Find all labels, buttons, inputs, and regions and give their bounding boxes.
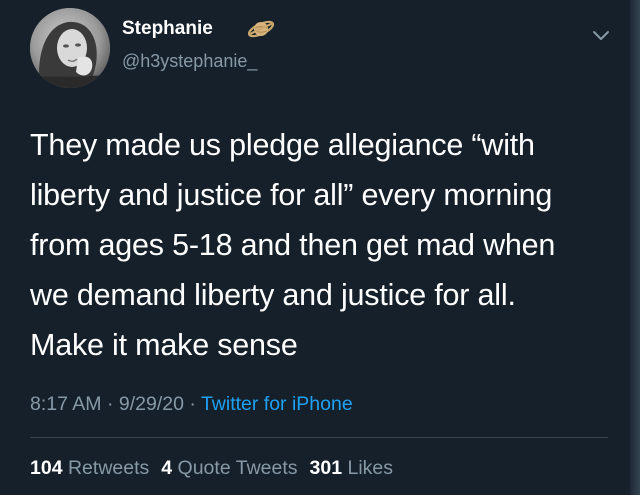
retweets-count: 104: [30, 457, 63, 479]
retweets-stat[interactable]: 104 Retweets: [30, 457, 149, 479]
tweet-text: They made us pledge allegiance “with lib…: [30, 120, 610, 370]
avatar[interactable]: [30, 8, 110, 88]
ringed-planet-icon: [247, 20, 275, 38]
avatar-photo: [30, 8, 110, 88]
tweet-text-line: liberty and justice for all” every morni…: [30, 178, 553, 212]
tweet-text-line: we demand liberty and justice for all.: [30, 278, 516, 312]
tweet-meta: 8:17 AM · 9/29/20 · Twitter for iPhone: [30, 393, 353, 416]
tweet-text-line: Make it make sense: [30, 328, 298, 362]
tweet-source-link[interactable]: Twitter for iPhone: [201, 393, 353, 415]
likes-stat[interactable]: 301 Likes: [310, 457, 394, 479]
meta-separator: ·: [183, 393, 201, 415]
retweets-label: Retweets: [67, 457, 150, 479]
chevron-down-icon[interactable]: [590, 24, 612, 46]
right-edge-strip: [630, 0, 640, 495]
likes-count: 301: [309, 457, 343, 479]
user-handle[interactable]: @h3ystephanie_: [122, 51, 257, 72]
tweet-date[interactable]: 9/29/20: [119, 393, 184, 415]
display-name[interactable]: Stephanie: [122, 18, 213, 40]
quote-tweets-stat[interactable]: 4 Quote Tweets: [161, 457, 297, 479]
divider: [30, 437, 608, 438]
likes-label: Likes: [347, 457, 394, 479]
tweet-text-line: from ages 5-18 and then get mad when: [30, 228, 556, 262]
quote-tweets-count: 4: [161, 457, 173, 479]
tweet-stats: 104 Retweets 4 Quote Tweets 301 Likes: [30, 457, 393, 480]
quote-tweets-label: Quote Tweets: [177, 457, 298, 479]
tweet-text-line: They made us pledge allegiance “with: [30, 128, 535, 162]
tweet-time[interactable]: 8:17 AM: [30, 393, 102, 415]
meta-separator: ·: [101, 393, 119, 415]
